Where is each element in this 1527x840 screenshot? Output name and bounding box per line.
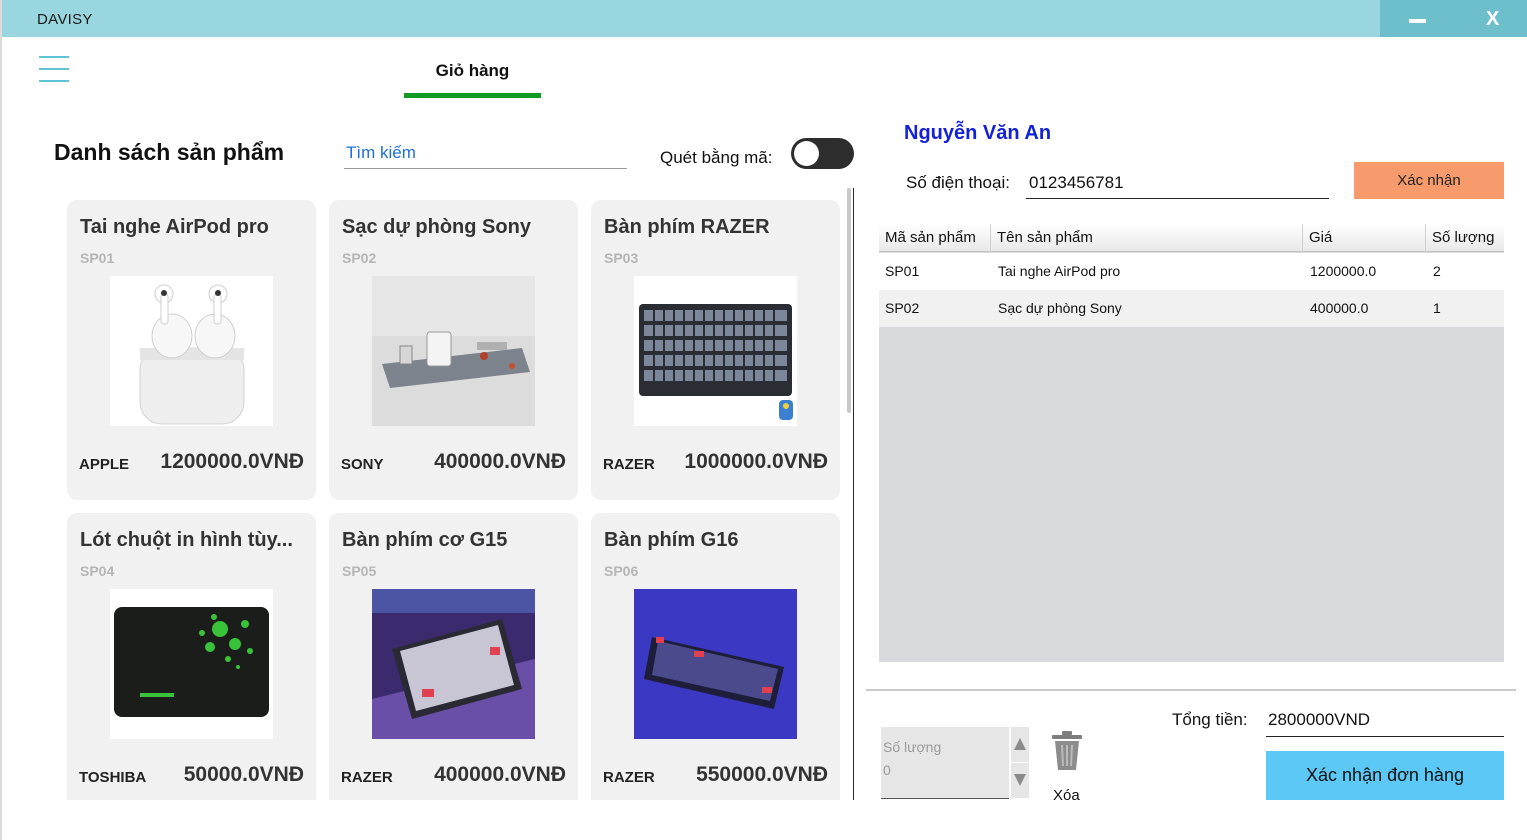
- product-card[interactable]: Bàn phím cơ G15 SP05 RAZER 400000.0VNĐ: [329, 513, 578, 800]
- product-code: SP02: [342, 250, 377, 266]
- quantity-input[interactable]: Số lượng 0: [881, 727, 1009, 799]
- cell-name: Sạc dự phòng Sony: [998, 300, 1122, 316]
- power-bank-image: [372, 276, 535, 426]
- column-header[interactable]: Mã sản phẩm: [879, 224, 991, 252]
- phone-input[interactable]: [1026, 168, 1329, 199]
- product-card[interactable]: Lót chuột in hình tùy... SP04 TOSHIBA 50…: [67, 513, 316, 800]
- product-card[interactable]: Bàn phím RAZER SP03 RAZER 1000000.0VNĐ: [591, 200, 840, 500]
- product-code: SP05: [342, 563, 377, 579]
- tab-active-indicator: [404, 93, 541, 98]
- minimize-icon[interactable]: [1409, 19, 1426, 23]
- cell-code: SP02: [885, 300, 920, 316]
- quantity-value: 0: [883, 762, 891, 778]
- trash-icon[interactable]: [1049, 730, 1085, 772]
- app-title: DAVISY: [37, 11, 93, 28]
- product-brand: RAZER: [603, 456, 655, 473]
- product-price: 550000.0VNĐ: [696, 763, 828, 786]
- cell-quantity: 1: [1433, 300, 1441, 316]
- product-card[interactable]: Bàn phím G16 SP06 RAZER 550000.0VNĐ: [591, 513, 840, 800]
- product-name: Tai nghe AirPod pro: [80, 216, 269, 238]
- quantity-increment-icon[interactable]: [1011, 727, 1029, 762]
- product-price: 1000000.0VNĐ: [684, 450, 828, 473]
- panel-divider: [853, 188, 854, 800]
- cell-price: 400000.0: [1310, 300, 1369, 316]
- tab-cart[interactable]: Giỏ hàng: [404, 58, 541, 98]
- product-name: Sạc dự phòng Sony: [342, 216, 531, 238]
- product-price: 400000.0VNĐ: [434, 763, 566, 786]
- toggle-knob: [794, 141, 819, 166]
- keyboard-blue-image: [634, 589, 797, 739]
- product-brand: SONY: [341, 456, 384, 473]
- keyboard-image: [634, 276, 797, 426]
- table-row[interactable]: SP02 Sạc dự phòng Sony 400000.0 1: [879, 290, 1504, 327]
- scan-label: Quét bằng mã:: [660, 148, 773, 167]
- phone-label: Số điện thoại:: [906, 173, 1010, 192]
- delete-label[interactable]: Xóa: [1053, 787, 1080, 804]
- cell-name: Tai nghe AirPod pro: [998, 263, 1121, 279]
- bottom-divider: [866, 689, 1516, 691]
- column-header[interactable]: Số lượng: [1426, 224, 1504, 252]
- mechanical-keyboard-image: [372, 589, 535, 739]
- product-brand: RAZER: [603, 769, 655, 786]
- mousepad-image: [110, 589, 273, 739]
- confirm-phone-button[interactable]: Xác nhận: [1354, 162, 1504, 199]
- quantity-decrement-icon[interactable]: [1011, 763, 1029, 798]
- product-price: 400000.0VNĐ: [434, 450, 566, 473]
- product-list-title: Danh sách sản phẩm: [54, 139, 285, 165]
- product-name: Bàn phím cơ G15: [342, 529, 508, 551]
- tab-cart-label: Giỏ hàng: [435, 61, 510, 80]
- product-price: 50000.0VNĐ: [183, 763, 304, 786]
- product-name: Bàn phím G16: [604, 529, 739, 551]
- customer-name: Nguyễn Văn An: [904, 122, 1052, 144]
- product-name: Bàn phím RAZER: [604, 216, 770, 238]
- cell-quantity: 2: [1433, 263, 1441, 279]
- product-name: Lót chuột in hình tùy...: [80, 529, 293, 551]
- product-brand: TOSHIBA: [79, 769, 147, 786]
- confirm-order-button[interactable]: Xác nhận đơn hàng: [1266, 751, 1504, 800]
- product-card[interactable]: Tai nghe AirPod pro SP01 APPLE 1200000.0…: [67, 200, 316, 500]
- column-header[interactable]: Giá: [1303, 224, 1426, 252]
- product-scrollbar[interactable]: [847, 188, 851, 413]
- product-code: SP03: [604, 250, 639, 266]
- cell-code: SP01: [885, 263, 920, 279]
- cell-price: 1200000.0: [1310, 263, 1377, 279]
- quantity-placeholder: Số lượng: [883, 739, 942, 755]
- total-label: Tổng tiền:: [1172, 710, 1248, 729]
- scan-toggle[interactable]: [791, 138, 854, 169]
- close-icon[interactable]: X: [1486, 8, 1499, 31]
- airpods-image: [110, 276, 273, 426]
- product-grid: Tai nghe AirPod pro SP01 APPLE 1200000.0…: [54, 188, 854, 800]
- product-price: 1200000.0VNĐ: [160, 450, 304, 473]
- total-value: 2800000VND: [1266, 704, 1504, 737]
- window-controls: X: [1380, 0, 1527, 37]
- cart-table: Mã sản phẩm Tên sản phẩm Giá Số lượng SP…: [879, 224, 1504, 662]
- title-bar: DAVISY X: [2, 0, 1527, 37]
- table-row[interactable]: SP01 Tai nghe AirPod pro 1200000.0 2: [879, 253, 1504, 290]
- table-header: Mã sản phẩm Tên sản phẩm Giá Số lượng: [879, 224, 1504, 252]
- search-input[interactable]: [344, 138, 627, 169]
- product-code: SP06: [604, 563, 639, 579]
- product-card[interactable]: Sạc dự phòng Sony SP02 SONY 400000.0VNĐ: [329, 200, 578, 500]
- app-window: DAVISY X Giỏ hàng Danh sách sản phẩm Qué…: [0, 0, 1527, 840]
- product-code: SP01: [80, 250, 115, 266]
- product-brand: RAZER: [341, 769, 393, 786]
- column-header[interactable]: Tên sản phẩm: [991, 224, 1303, 252]
- product-brand: APPLE: [79, 456, 130, 473]
- product-code: SP04: [80, 563, 115, 579]
- hamburger-menu-icon[interactable]: [39, 56, 69, 84]
